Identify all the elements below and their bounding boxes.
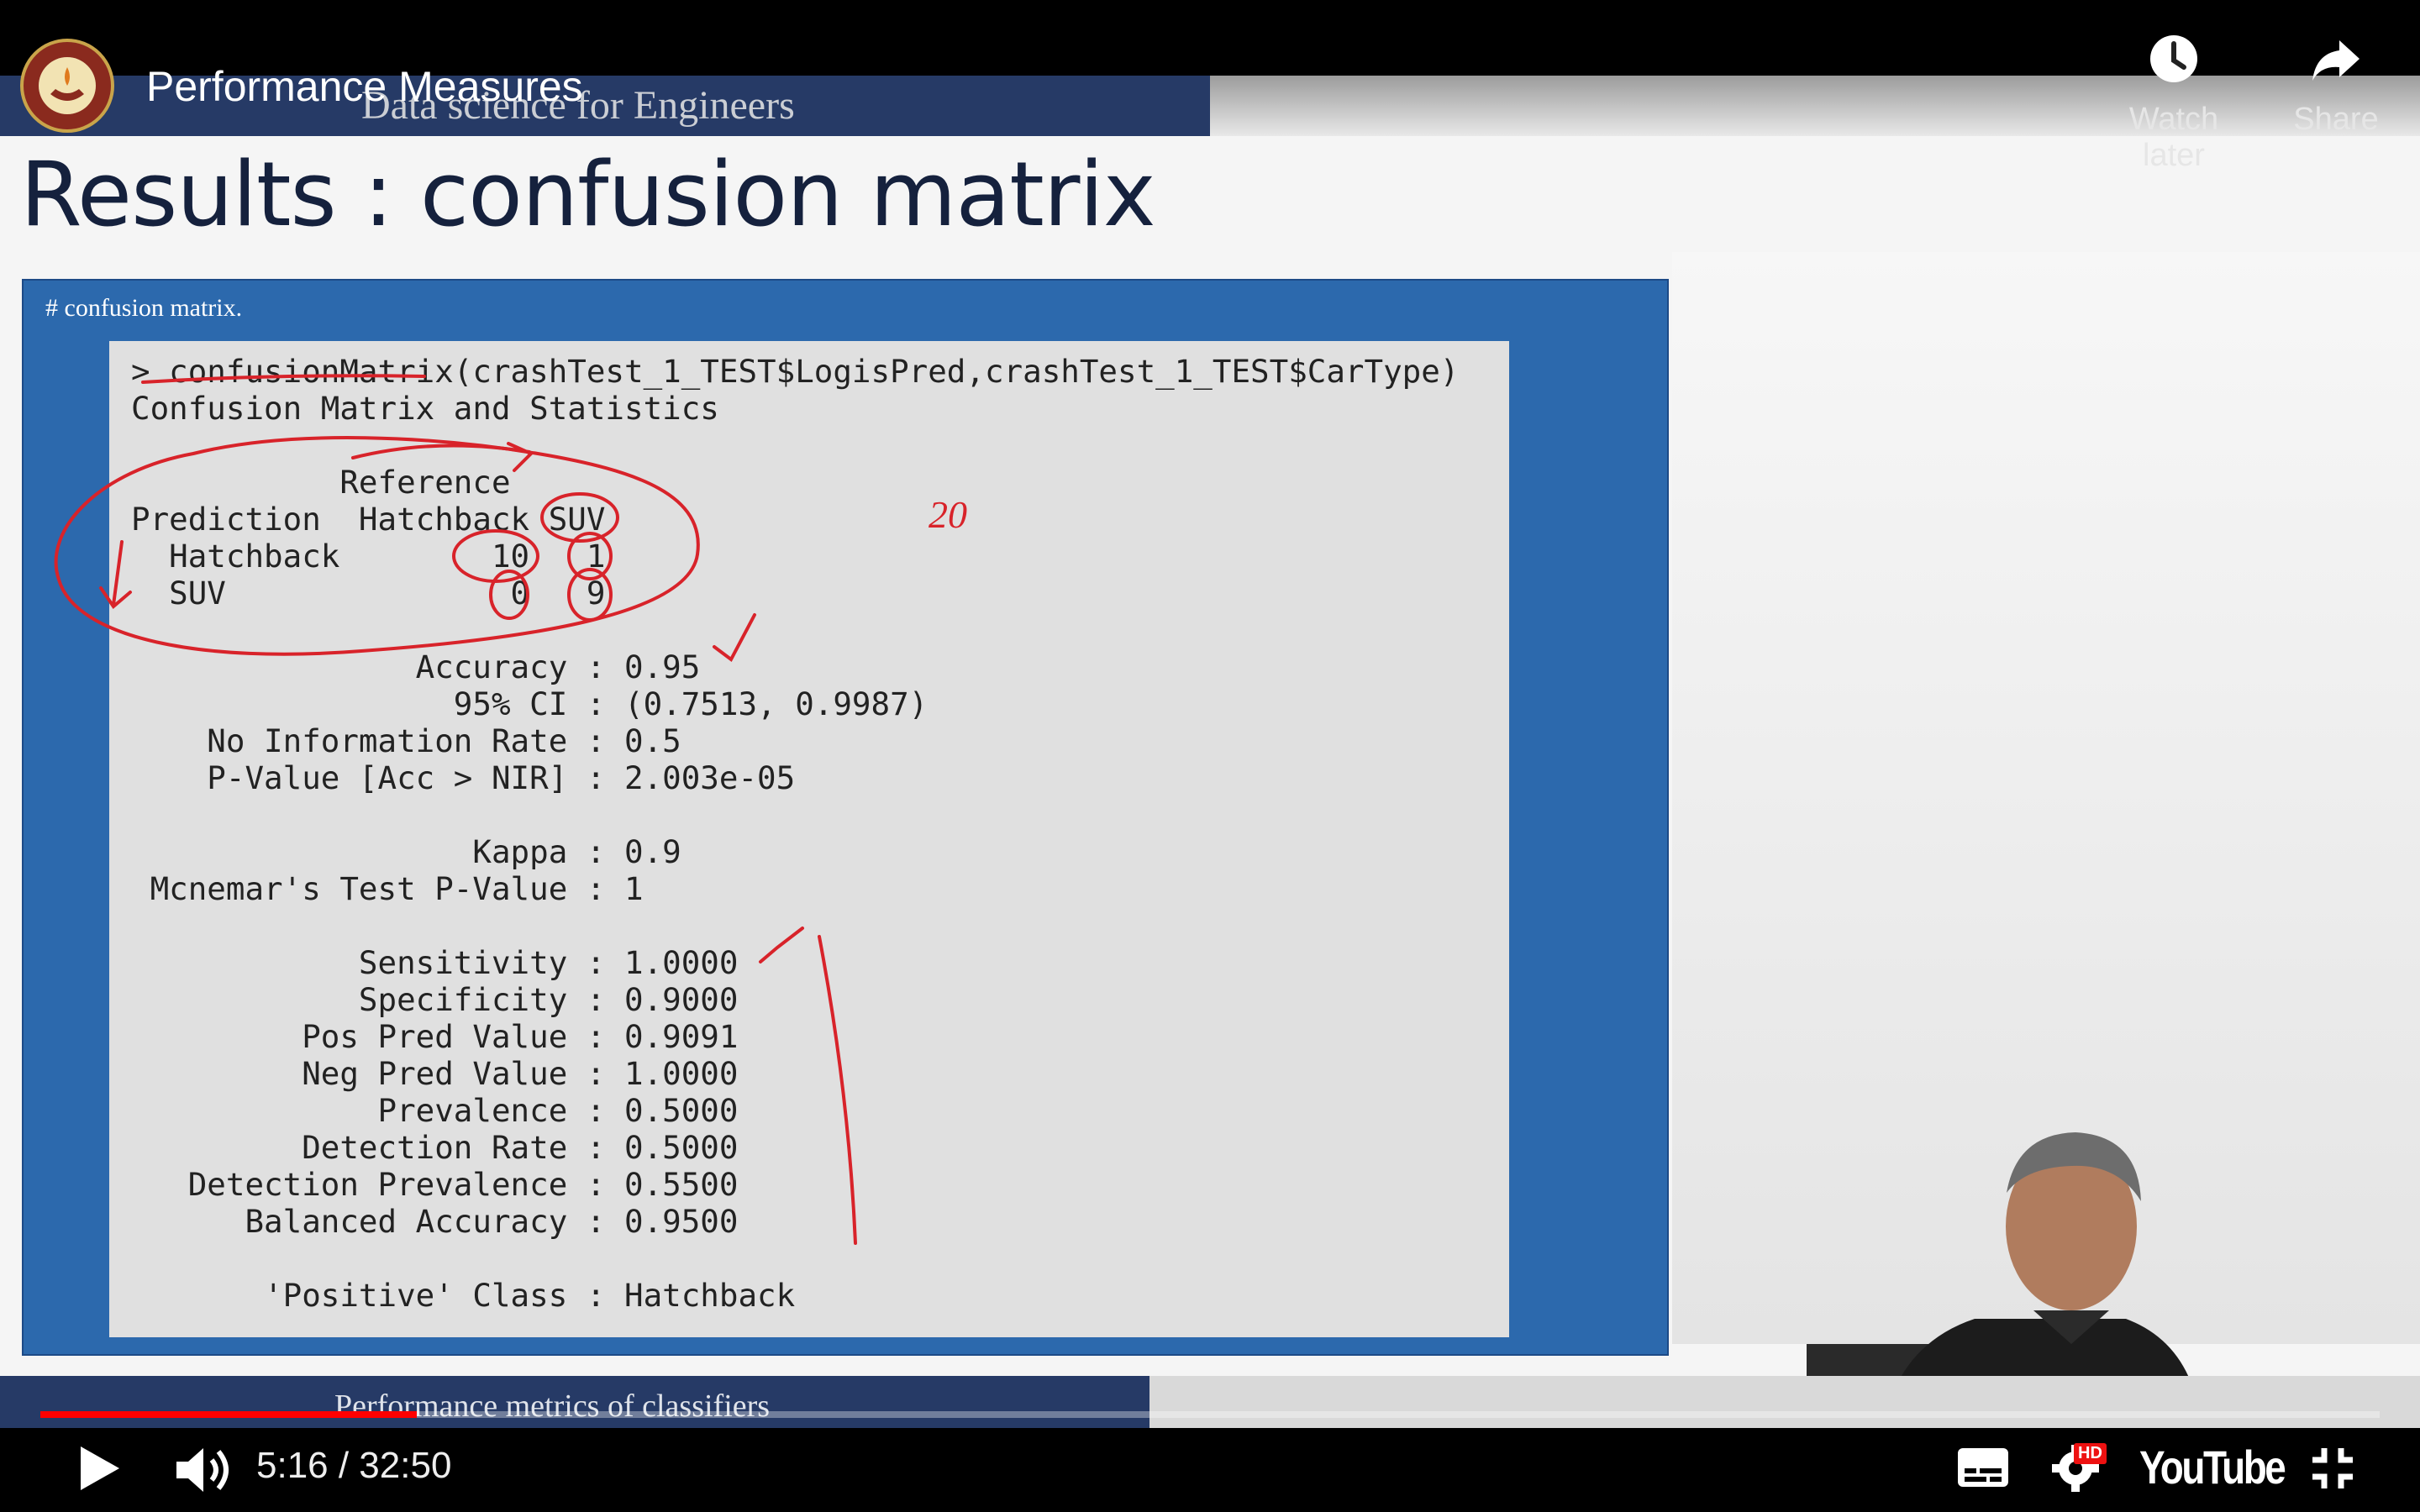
console-line: Kappa : 0.9 (131, 833, 681, 870)
console-line: P-Value [Acc > NIR] : 2.003e-05 (131, 759, 796, 796)
channel-logo[interactable] (20, 39, 114, 133)
hd-badge: HD (2074, 1443, 2107, 1464)
youtube-logo[interactable]: YouTube (2139, 1440, 2286, 1494)
console-line: Neg Pred Value : 1.0000 (131, 1055, 739, 1092)
console-line: > confusionMatrix(crashTest_1_TEST$Logis… (131, 353, 1460, 390)
share-label: Share (2293, 102, 2379, 137)
console-line: 95% CI : (0.7513, 0.9987) (131, 685, 929, 722)
console-line: Detection Rate : 0.5000 (131, 1129, 739, 1166)
console-line: Prevalence : 0.5000 (131, 1092, 739, 1129)
time-display: 5:16 / 32:50 (256, 1445, 452, 1486)
console-line: Pos Pred Value : 0.9091 (131, 1018, 739, 1055)
iit-emblem-icon (39, 57, 96, 114)
console-line: Confusion Matrix and Statistics (131, 390, 719, 427)
code-panel: # confusion matrix. > confusionMatrix(cr… (22, 279, 1669, 1356)
panel-caption: # confusion matrix. (45, 294, 243, 322)
console-line: Mcnemar's Test P-Value : 1 (131, 870, 644, 907)
watch-later-label: Watch later (2128, 102, 2219, 173)
console-line: Specificity : 0.9000 (131, 981, 739, 1018)
console-line: Hatchback 10 1 (131, 538, 606, 575)
clock-icon (2150, 35, 2197, 82)
share-button[interactable]: Share (2260, 32, 2412, 138)
console-line: No Information Rate : 0.5 (131, 722, 681, 759)
watch-later-button[interactable]: Watch later (2098, 32, 2249, 174)
video-title[interactable]: Performance Measures (146, 62, 583, 111)
console-line: Balanced Accuracy : 0.9500 (131, 1203, 739, 1240)
slide-heading: Results : confusion matrix (20, 143, 1156, 246)
exit-fullscreen-icon[interactable] (2309, 1445, 2356, 1492)
video-frame[interactable]: Data science for Engineers Results : con… (0, 0, 2420, 1428)
play-icon[interactable] (76, 1443, 123, 1494)
slide-footer-text: Performance metrics of classifiers (334, 1389, 771, 1424)
console-line: SUV 0 9 (131, 575, 606, 612)
console-line: Prediction Hatchback SUV (131, 501, 606, 538)
console-line: Sensitivity : 1.0000 (131, 944, 739, 981)
console-text: > confusionMatrix(crashTest_1_TEST$Logis… (131, 353, 1459, 1314)
progress-played (40, 1411, 418, 1418)
slide-footer-grey (1150, 1376, 2420, 1428)
r-console-output: > confusionMatrix(crashTest_1_TEST$Logis… (109, 341, 1509, 1337)
console-line: Reference (131, 464, 511, 501)
subtitles-icon[interactable] (1956, 1446, 2010, 1488)
console-line: 'Positive' Class : Hatchback (131, 1277, 796, 1314)
console-line: Detection Prevalence : 0.5500 (131, 1166, 739, 1203)
console-line: Accuracy : 0.95 (131, 648, 701, 685)
share-arrow-icon (2312, 40, 2360, 81)
volume-icon[interactable] (173, 1446, 232, 1494)
